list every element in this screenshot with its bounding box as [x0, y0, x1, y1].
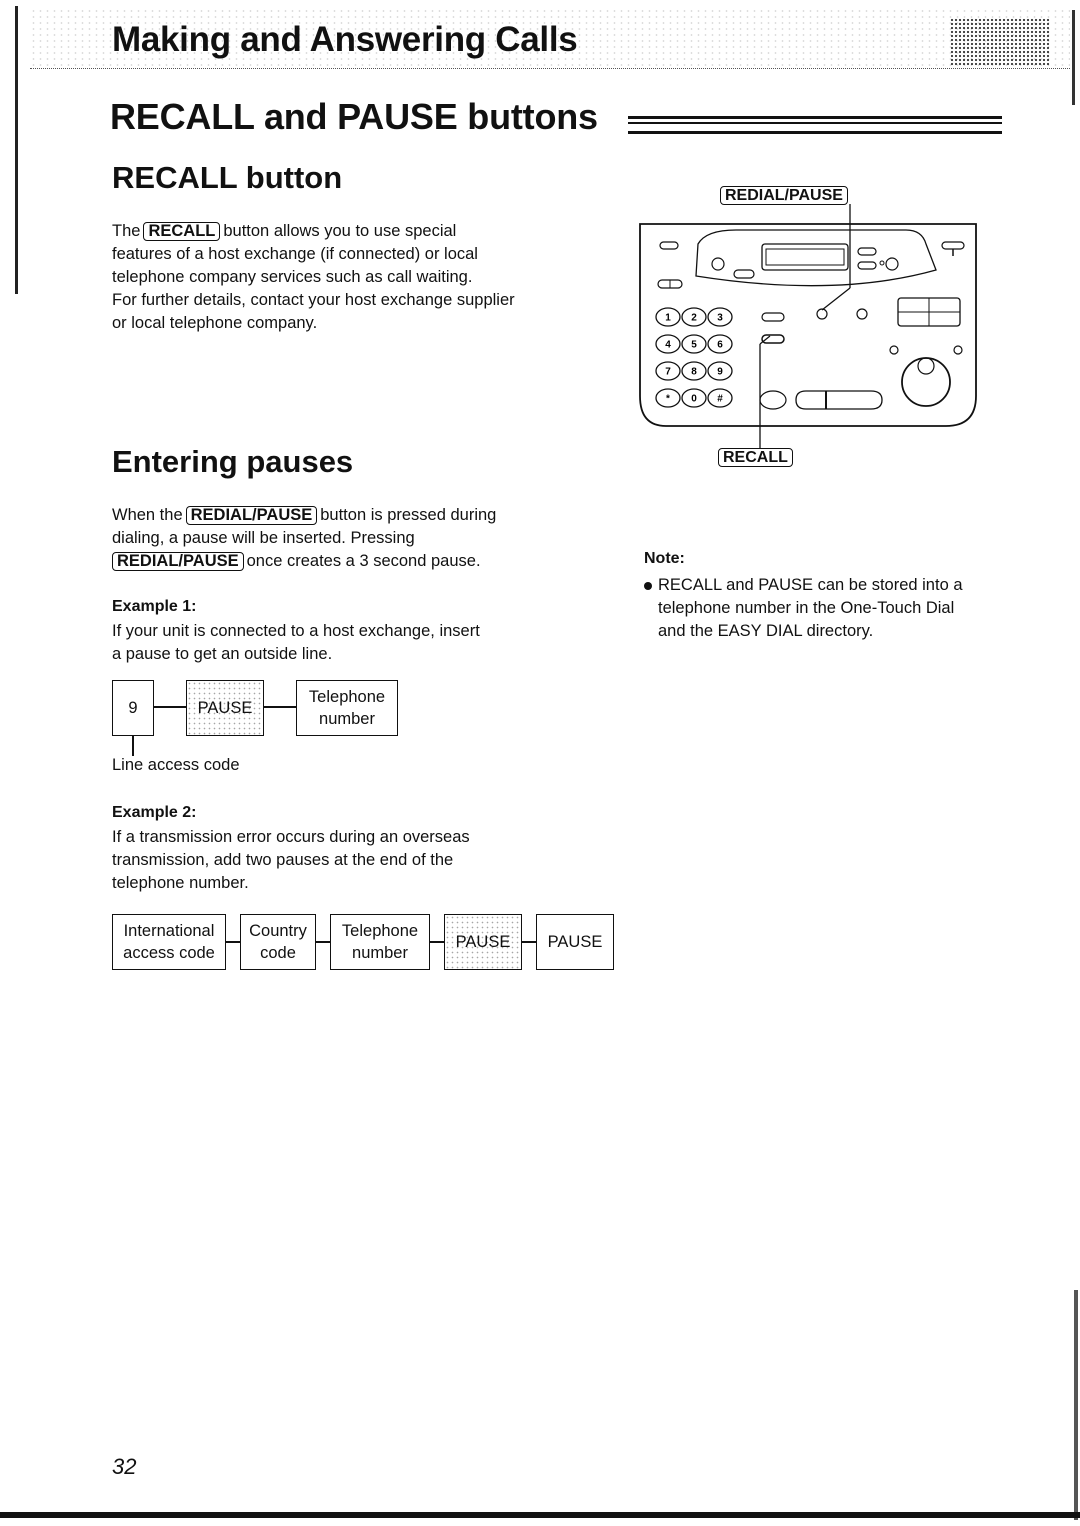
text: telephone number.: [112, 874, 249, 892]
pauses-heading: Entering pauses: [112, 444, 354, 479]
text: If your unit is connected to a host exch…: [112, 622, 480, 640]
text: button allows you to use special: [223, 222, 457, 240]
recall-description: The RECALL button allows you to use specia…: [112, 220, 582, 335]
text: When the: [112, 506, 183, 524]
chapter-title: Making and Answering Calls: [112, 20, 578, 59]
keypad-key-label: 4: [665, 340, 671, 351]
text: or local telephone company.: [112, 314, 318, 332]
header-dark-texture: [950, 18, 1050, 66]
keypad-key-label: 9: [717, 367, 723, 378]
text: features of a host exchange (if connecte…: [112, 245, 478, 263]
flow-box-access-code: 9: [112, 680, 154, 736]
keypad-key-label: 6: [717, 340, 723, 351]
example1-description: If your unit is connected to a host exch…: [112, 620, 582, 666]
control-panel-icon: 1 2 3 4 5 6 7 8 9 * 0 #: [639, 204, 977, 448]
text: button is pressed during: [320, 506, 497, 524]
redial-pause-key-label: REDIAL/PAUSE: [112, 552, 244, 571]
text: and the EASY DIAL directory.: [658, 622, 874, 640]
example2-description: If a transmission error occurs during an…: [112, 826, 582, 895]
redial-pause-key-label: REDIAL/PAUSE: [185, 506, 318, 525]
flow-box-pause: PAUSE: [186, 680, 264, 736]
keypad-key-label: 3: [717, 313, 723, 324]
text: telephone number in the One-Touch Dial: [658, 599, 955, 617]
example2-label: Example 2:: [112, 804, 197, 821]
line-access-code-caption: Line access code: [112, 756, 240, 774]
right-margin-rule: [1072, 10, 1075, 105]
flow-connector: [264, 706, 296, 708]
flow-connector: [316, 941, 330, 943]
text: RECALL and PAUSE can be stored into a: [658, 576, 963, 594]
bottom-page-edge: [0, 1512, 1080, 1518]
flow-box-pause: PAUSE: [536, 914, 614, 970]
flow-connector: [430, 941, 444, 943]
section-title: RECALL and PAUSE buttons: [110, 96, 598, 137]
example1-label: Example 1:: [112, 598, 197, 615]
text: For further details, contact your host e…: [112, 291, 515, 309]
flow-box-telephone-number: Telephone number: [330, 914, 430, 970]
keypad-key-label: 5: [691, 340, 697, 351]
keypad-key-label: #: [717, 394, 723, 405]
text: once creates a 3 second pause.: [246, 552, 481, 570]
flow-box-international-code: International access code: [112, 914, 226, 970]
flow-box-country-code: Country code: [240, 914, 316, 970]
header-underline: [30, 68, 1070, 71]
note-item: RECALL and PAUSE can be stored into a te…: [644, 574, 1024, 643]
flow-connector: [154, 706, 186, 708]
text: dialing, a pause will be inserted. Press…: [112, 529, 415, 547]
left-margin-rule: [15, 6, 18, 294]
text: a pause to get an outside line.: [112, 645, 333, 663]
pauses-description: When the REDIAL/PAUSE button is pressed du…: [112, 504, 582, 573]
text: The: [112, 222, 141, 240]
text: telephone company services such as call …: [112, 268, 473, 286]
keypad-key-label: 2: [691, 313, 697, 324]
keypad-key-label: *: [666, 394, 670, 405]
right-margin-rule-bottom: [1074, 1290, 1078, 1520]
flow-box-telephone-number: Telephone number: [296, 680, 398, 736]
recall-key-label: RECALL: [143, 222, 221, 241]
caption-leader: [132, 736, 134, 756]
keypad-key-label: 7: [665, 367, 671, 378]
recall-heading: RECALL button: [112, 160, 343, 195]
page-number: 32: [112, 1454, 137, 1479]
section-title-rule: [628, 116, 1002, 134]
fax-control-panel-diagram: REDIAL/PAUSE RECALL 1 2 3 4 5 6 7 8 9 * 0 #: [636, 186, 980, 472]
keypad-key-label: 0: [691, 394, 697, 405]
bullet-icon: [644, 581, 652, 590]
flow-box-pause: PAUSE: [444, 914, 522, 970]
flow-connector: [226, 941, 240, 943]
note-label: Note:: [644, 550, 685, 567]
keypad-key-label: 1: [665, 313, 671, 324]
flow-connector: [522, 941, 536, 943]
text: If a transmission error occurs during an…: [112, 828, 470, 846]
keypad-key-label: 8: [691, 367, 697, 378]
text: transmission, add two pauses at the end …: [112, 851, 454, 869]
